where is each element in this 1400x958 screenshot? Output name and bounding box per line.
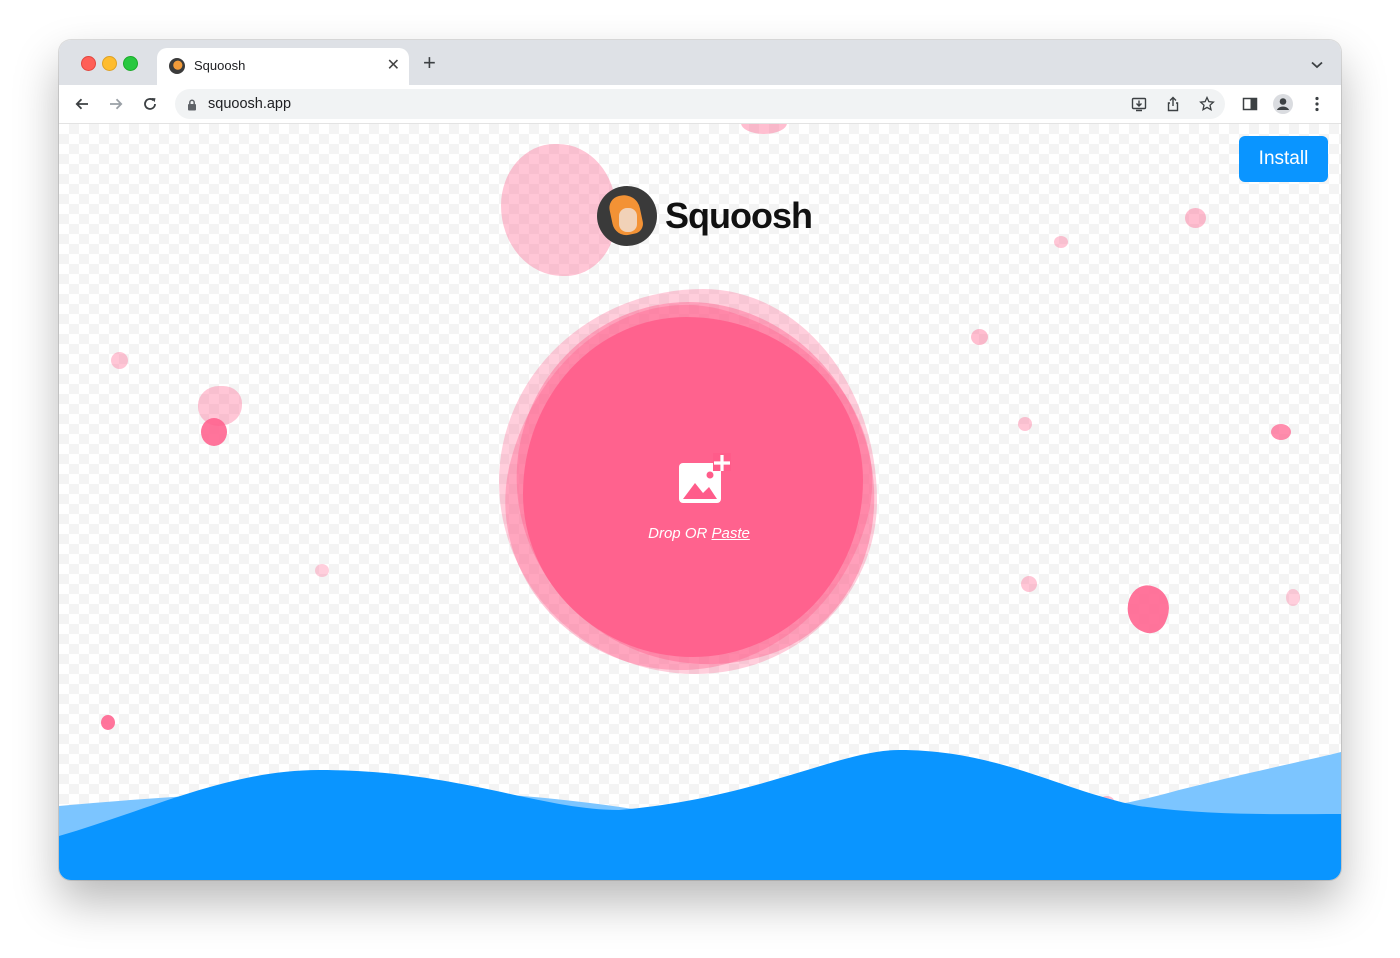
decorative-blob — [1286, 589, 1300, 606]
decorative-blob — [1021, 576, 1037, 592]
close-tab-icon[interactable]: ✕ — [387, 55, 400, 77]
minimize-window-button[interactable] — [102, 56, 117, 71]
decorative-blob — [1120, 580, 1176, 638]
browser-tab[interactable]: Squoosh ✕ — [157, 48, 409, 85]
tab-title: Squoosh — [194, 58, 246, 73]
close-window-button[interactable] — [81, 56, 96, 71]
decorative-blob — [1271, 424, 1291, 440]
back-icon[interactable] — [71, 93, 93, 115]
squoosh-logo: Squoosh — [597, 186, 813, 246]
install-button[interactable]: Install — [1239, 136, 1328, 182]
decorative-blob — [111, 352, 128, 369]
add-image-icon[interactable] — [677, 453, 731, 512]
install-app-icon[interactable] — [1129, 94, 1149, 114]
drop-label: Drop OR — [648, 525, 712, 542]
lock-icon[interactable] — [187, 98, 197, 116]
decorative-blob — [1018, 417, 1032, 431]
decorative-blob — [315, 564, 329, 577]
reload-icon[interactable] — [139, 93, 161, 115]
chevron-down-icon[interactable] — [1311, 56, 1323, 74]
maximize-window-button[interactable] — [123, 56, 138, 71]
side-panel-icon[interactable] — [1239, 93, 1261, 115]
squoosh-logo-icon — [597, 186, 657, 246]
tab-strip: Squoosh ✕ + — [59, 40, 1341, 85]
paste-link[interactable]: Paste — [712, 525, 750, 542]
footer-waves — [59, 750, 1341, 880]
bookmark-star-icon[interactable] — [1197, 94, 1217, 114]
squoosh-favicon-icon — [169, 58, 185, 74]
decorative-blob — [101, 715, 115, 730]
decorative-blob — [201, 418, 227, 446]
decorative-blob — [1185, 208, 1206, 228]
url-text[interactable]: squoosh.app — [208, 96, 291, 112]
decorative-blob — [1054, 236, 1068, 248]
forward-icon[interactable] — [105, 93, 127, 115]
drop-instructions: Drop OR Paste — [599, 525, 799, 542]
page-viewport: Squoosh Install Drop OR Paste — [59, 124, 1341, 880]
profile-avatar-icon[interactable] — [1272, 93, 1294, 115]
new-tab-icon[interactable]: + — [423, 52, 436, 74]
address-bar[interactable]: squoosh.app — [175, 89, 1225, 119]
browser-window: Squoosh ✕ + squoosh.app Squoosh Install … — [59, 40, 1341, 880]
browser-toolbar: squoosh.app — [59, 85, 1341, 124]
logo-text: Squoosh — [665, 195, 813, 236]
decorative-blob — [971, 329, 988, 345]
menu-kebab-icon[interactable] — [1306, 93, 1328, 115]
decorative-blob — [741, 124, 787, 134]
share-icon[interactable] — [1163, 94, 1183, 114]
